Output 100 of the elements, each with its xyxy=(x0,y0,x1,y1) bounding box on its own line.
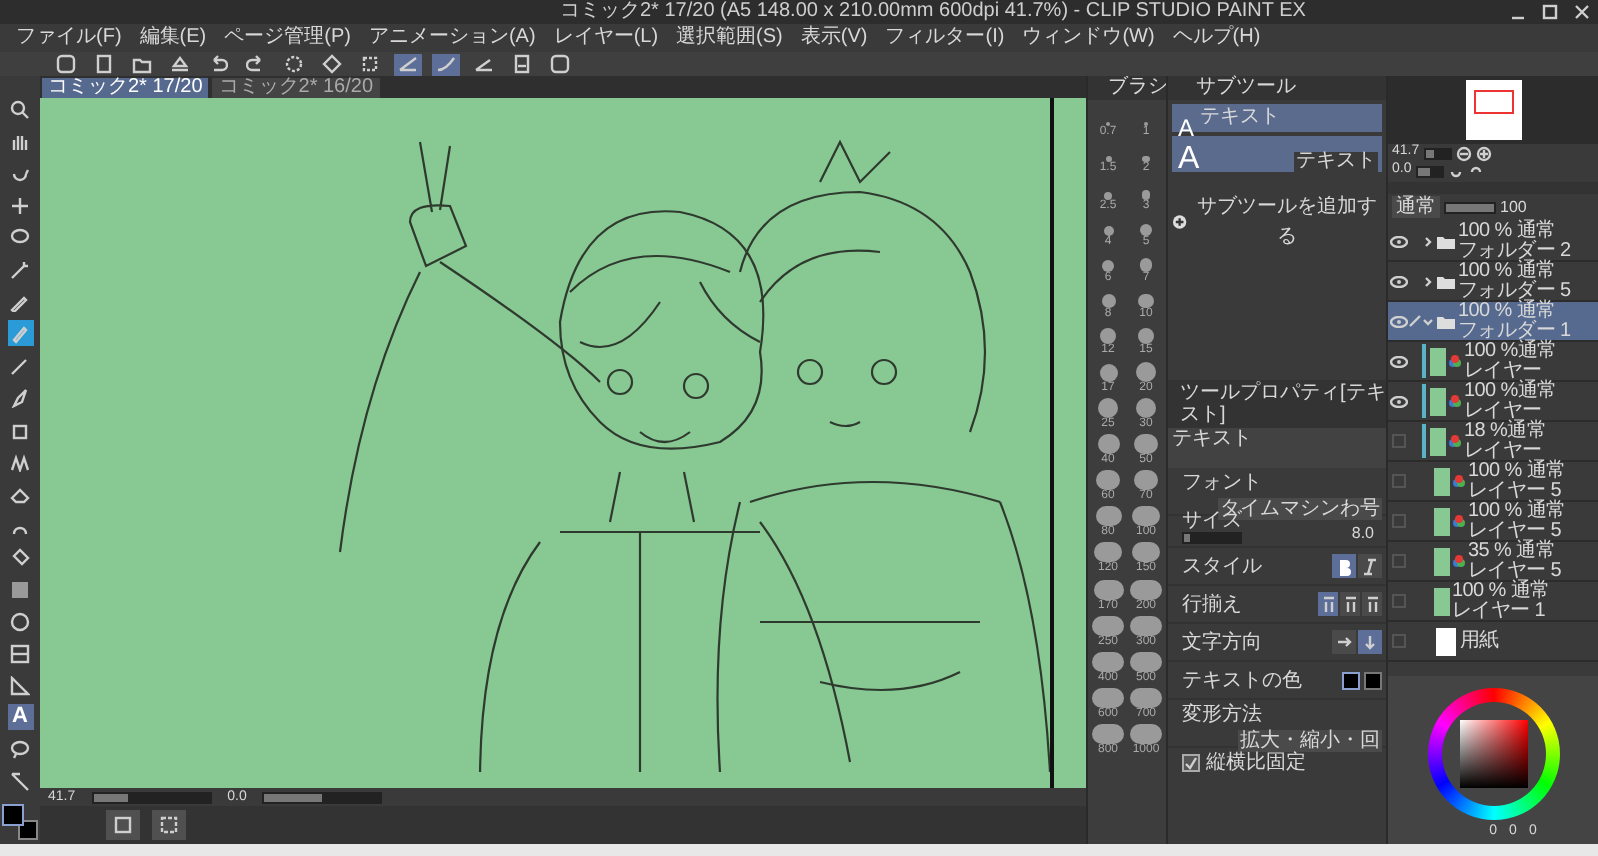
horizontal-text-toggle[interactable] xyxy=(1332,630,1356,654)
subtool-label: テキスト xyxy=(1200,108,1280,128)
layer-row[interactable]: 18 %通常 レイヤー xyxy=(1388,422,1598,462)
bold-toggle[interactable] xyxy=(1332,554,1356,578)
eye-icon[interactable] xyxy=(1389,275,1407,287)
document-tab[interactable]: コミック2* 17/20 xyxy=(42,78,209,98)
layer-row[interactable]: 用紙 xyxy=(1388,622,1598,662)
tool-button[interactable] xyxy=(7,608,33,634)
toolbar-button[interactable] xyxy=(394,53,422,75)
transform-dropdown[interactable]: 拡大・縮小・回 xyxy=(1238,730,1382,752)
size-slider[interactable] xyxy=(1182,532,1242,544)
subtool-tab[interactable]: サブツール xyxy=(1168,76,1386,100)
tool-button[interactable] xyxy=(7,320,33,346)
angle-slider[interactable] xyxy=(262,791,383,803)
sub-color-swatch[interactable] xyxy=(1364,671,1382,689)
document-tab[interactable]: コミック2* 16/20 xyxy=(212,78,380,98)
italic-toggle[interactable] xyxy=(1358,554,1382,578)
layer-name: レイヤー 5 xyxy=(1468,481,1562,501)
toolbar-button[interactable] xyxy=(432,53,460,75)
tool-button[interactable] xyxy=(7,736,33,762)
menu-item[interactable]: フィルター(I) xyxy=(885,24,1005,52)
size-value[interactable]: 8.0 xyxy=(1351,522,1374,546)
zoom-out-icon[interactable] xyxy=(1455,145,1472,161)
correct-line-icon xyxy=(10,771,30,791)
vertical-text-toggle[interactable] xyxy=(1358,630,1382,654)
tool-button[interactable] xyxy=(7,768,33,794)
eye-icon[interactable] xyxy=(1389,395,1407,407)
page-icon xyxy=(512,54,532,74)
aspect-checkbox[interactable] xyxy=(1182,753,1200,771)
toolbar-button[interactable] xyxy=(52,53,80,75)
navigator-thumbnail[interactable] xyxy=(1465,80,1521,140)
visibility-toggle[interactable] xyxy=(1391,514,1405,528)
align-button[interactable] xyxy=(1340,592,1360,616)
main-color-swatch[interactable] xyxy=(2,804,24,826)
subtool-item[interactable]: A テキスト xyxy=(1172,136,1382,172)
layer-row[interactable]: 100 % 通常 レイヤー 5 xyxy=(1388,462,1598,502)
saturation-value-square[interactable] xyxy=(1459,720,1527,788)
toolbar-button[interactable] xyxy=(470,53,498,75)
visibility-toggle[interactable] xyxy=(1391,474,1405,488)
close-icon[interactable] xyxy=(1574,4,1590,20)
opacity-value[interactable]: 100 xyxy=(1500,195,1527,219)
background-color-swatch[interactable] xyxy=(18,820,38,840)
menu-item[interactable]: 編集(E) xyxy=(139,24,207,52)
layer-row[interactable]: 35 % 通常 レイヤー 5 xyxy=(1388,542,1598,582)
tool-button[interactable] xyxy=(7,384,33,410)
blend-mode-dropdown[interactable]: 通常 xyxy=(1392,196,1440,218)
eye-icon[interactable] xyxy=(1389,315,1407,327)
tool-property-tab[interactable]: ツールプロパティ[テキスト] xyxy=(1168,380,1386,428)
tool-button[interactable] xyxy=(7,576,33,602)
layer-row[interactable]: 100 % 通常 フォルダー 1 xyxy=(1388,302,1598,342)
text-tool[interactable]: A xyxy=(7,704,33,730)
menu-item[interactable]: ウィンドウ(W) xyxy=(1022,24,1155,52)
navigator-zoom-slider[interactable] xyxy=(1423,147,1452,159)
add-icon xyxy=(1172,214,1188,230)
tool-button[interactable] xyxy=(7,96,33,122)
chevron-right-icon[interactable] xyxy=(1422,275,1434,287)
tool-button[interactable] xyxy=(7,192,33,218)
text-color-swatch[interactable] xyxy=(1342,671,1360,689)
layer-name: レイヤー 5 xyxy=(1468,521,1564,541)
zoom-in-icon[interactable] xyxy=(1475,145,1492,161)
toolbar-button[interactable] xyxy=(546,53,574,75)
toolbar-button[interactable] xyxy=(318,53,346,75)
align-button[interactable] xyxy=(1318,592,1338,616)
layer-row[interactable]: 100 % 通常 レイヤー 1 xyxy=(1388,582,1598,622)
chevron-right-icon[interactable] xyxy=(1422,235,1434,247)
menu-item[interactable]: ページ管理(P) xyxy=(224,24,351,52)
menu-item[interactable]: アニメーション(A) xyxy=(368,24,536,52)
toolbar-button[interactable] xyxy=(166,53,194,75)
visibility-toggle[interactable] xyxy=(1391,434,1405,448)
brush-size-tab[interactable]: ブラシ xyxy=(1088,76,1166,100)
subtool-item[interactable]: A テキスト xyxy=(1172,104,1382,132)
layer-row[interactable]: 100 %通常 レイヤー xyxy=(1388,382,1598,422)
add-subtool-button[interactable]: サブツールを追加する xyxy=(1172,192,1382,252)
menu-item[interactable]: ヘルプ(H) xyxy=(1172,24,1261,52)
frame-button[interactable] xyxy=(106,810,140,840)
menu-item[interactable]: レイヤー(L) xyxy=(553,24,659,52)
layer-row[interactable]: 100 %通常 レイヤー xyxy=(1388,342,1598,382)
menu-item[interactable]: 選択範囲(S) xyxy=(676,24,783,52)
zoom-slider[interactable] xyxy=(91,791,212,803)
chevron-down-icon[interactable] xyxy=(1422,315,1434,327)
tool-button[interactable] xyxy=(7,672,33,698)
toolbar-button[interactable] xyxy=(128,53,156,75)
align-button[interactable] xyxy=(1362,592,1382,616)
menu-item[interactable]: ファイル(F) xyxy=(16,24,122,52)
maximize-icon[interactable] xyxy=(1542,4,1558,20)
eye-icon[interactable] xyxy=(1389,235,1407,247)
visibility-toggle[interactable] xyxy=(1391,594,1405,608)
tool-button[interactable] xyxy=(7,640,33,666)
navigator-angle-slider[interactable] xyxy=(1415,165,1444,177)
menu-item[interactable]: 表示(V) xyxy=(800,24,868,52)
layer-row[interactable]: 100 % 通常 フォルダー 2 xyxy=(1388,222,1598,262)
layer-row[interactable]: 100 % 通常 レイヤー 5 xyxy=(1388,502,1598,542)
eye-icon[interactable] xyxy=(1389,355,1407,367)
visibility-toggle[interactable] xyxy=(1391,554,1405,568)
tool-button[interactable] xyxy=(7,544,33,570)
toolbar-button[interactable] xyxy=(280,53,308,75)
property-label: フォント xyxy=(1182,470,1262,498)
tool-button[interactable] xyxy=(7,256,33,282)
fit-button[interactable] xyxy=(152,810,186,840)
visibility-toggle[interactable] xyxy=(1391,634,1405,648)
